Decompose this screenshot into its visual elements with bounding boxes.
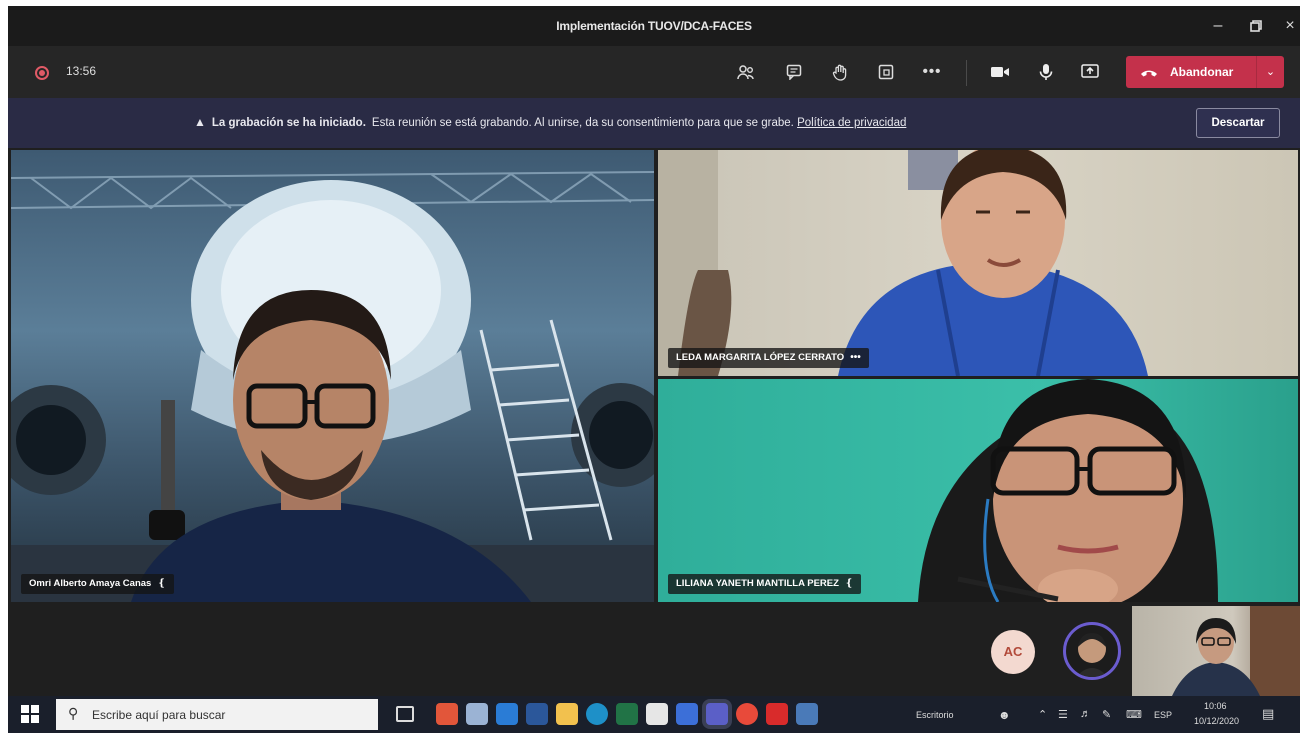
chrome-icon[interactable]	[736, 703, 758, 725]
rooms-button[interactable]	[872, 58, 900, 86]
recording-icon	[35, 66, 49, 80]
breakout-rooms-icon	[878, 64, 894, 80]
clock-time[interactable]: 10:06	[1204, 701, 1227, 711]
video-tile-omri[interactable]: Omri Alberto Amaya Canas ❴	[11, 150, 654, 602]
share-screen-button[interactable]	[1076, 58, 1104, 86]
acrobat-icon[interactable]	[766, 703, 788, 725]
minimize-button[interactable]: –	[1198, 6, 1238, 46]
mic-muted-icon: ❴	[844, 578, 854, 589]
participant-name-tag: LEDA MARGARITA LÓPEZ CERRATO •••	[668, 348, 869, 368]
network-icon[interactable]: ☰	[1058, 708, 1068, 721]
chat-icon	[786, 64, 802, 81]
office-app-icon[interactable]	[436, 703, 458, 725]
banner-message: ▲ La grabación se ha iniciado. Esta reunió…	[194, 115, 906, 129]
app-icon[interactable]	[466, 703, 488, 725]
self-view-video[interactable]	[1132, 606, 1300, 696]
avatar-photo[interactable]	[1063, 622, 1121, 680]
close-button[interactable]: ×	[1270, 6, 1300, 46]
store-icon[interactable]	[646, 703, 668, 725]
camera-icon	[991, 67, 1009, 78]
maximize-icon	[1250, 19, 1262, 32]
participant-name: LEDA MARGARITA LÓPEZ CERRATO	[676, 352, 845, 363]
teams-icon[interactable]	[706, 703, 728, 725]
dismiss-button[interactable]: Descartar	[1196, 108, 1280, 138]
meeting-toolbar: 13:56 ••• Abandonar ⌄	[8, 46, 1300, 98]
windows-taskbar: ⚲ Escribe aquí para buscar Escritorio ☻ …	[8, 696, 1300, 733]
keyboard-icon[interactable]: ⌨	[1126, 708, 1142, 721]
participant-name-tag: Omri Alberto Amaya Canas ❴	[21, 574, 174, 594]
participant-video	[11, 171, 654, 602]
chevron-up-icon[interactable]: ⌃	[1038, 708, 1047, 721]
leave-label: Abandonar	[1170, 65, 1234, 79]
mic-muted-icon: ❴	[157, 578, 166, 589]
microphone-button[interactable]	[1032, 58, 1060, 86]
video-tile-liliana[interactable]: LILIANA YANETH MANTILLA PEREZ ❴	[658, 379, 1298, 602]
search-icon: ⚲	[68, 705, 79, 721]
windows-start-icon[interactable]	[20, 704, 40, 724]
raise-hand-button[interactable]	[826, 58, 854, 86]
participant-name-tag: LILIANA YANETH MANTILLA PEREZ ❴	[668, 574, 862, 594]
word-icon[interactable]	[526, 703, 548, 725]
microphone-icon	[1039, 64, 1053, 81]
teams-meeting-window: Implementación TUOV/DCA-FACES – × 13:56 …	[8, 6, 1300, 733]
participant-name: LILIANA YANETH MANTILLA PEREZ	[676, 578, 839, 589]
excel-icon[interactable]	[616, 703, 638, 725]
share-screen-icon	[1081, 64, 1099, 78]
toolbar-divider	[966, 60, 967, 86]
participant-strip: AC	[8, 604, 1300, 696]
avatar[interactable]: AC	[991, 630, 1035, 674]
recording-banner: ▲ La grabación se ha iniciado. Esta reunió…	[8, 98, 1300, 148]
volume-icon[interactable]: ♬	[1080, 708, 1091, 720]
title-bar: Implementación TUOV/DCA-FACES – ×	[8, 6, 1300, 46]
people-tray-icon[interactable]: ☻	[998, 708, 1011, 722]
notifications-icon[interactable]: ▤	[1262, 706, 1274, 722]
chat-button[interactable]	[780, 58, 808, 86]
participants-button[interactable]	[732, 58, 760, 86]
participant-video	[918, 379, 1218, 602]
meeting-timer: 13:56	[66, 64, 97, 78]
edge-icon[interactable]	[586, 703, 608, 725]
warning-icon: ▲	[194, 115, 206, 129]
video-tile-leda[interactable]: LEDA MARGARITA LÓPEZ CERRATO •••	[658, 150, 1298, 376]
desktop-toolbar-label[interactable]: Escritorio	[916, 710, 954, 720]
banner-body: Esta reunión se está grabando. Al unirse…	[371, 117, 794, 129]
window-title: Implementación TUOV/DCA-FACES	[556, 19, 752, 33]
clock-date[interactable]: 10/12/2020	[1194, 716, 1239, 726]
search-placeholder: Escribe aquí para buscar	[92, 708, 226, 722]
photos-icon[interactable]	[796, 703, 818, 725]
pen-icon[interactable]: ✎	[1102, 708, 1111, 721]
camera-button[interactable]	[986, 58, 1014, 86]
participant-name: Omri Alberto Amaya Canas	[29, 578, 152, 589]
self-view-image	[1172, 606, 1300, 696]
task-view-icon[interactable]	[396, 706, 414, 722]
people-icon	[737, 65, 754, 80]
privacy-policy-link[interactable]: Política de privacidad	[797, 117, 906, 129]
leave-button[interactable]: Abandonar ⌄	[1126, 56, 1284, 88]
file-explorer-icon[interactable]	[556, 703, 578, 725]
leave-options-chevron-icon[interactable]: ⌄	[1256, 56, 1284, 88]
taskbar-search-input[interactable]: ⚲ Escribe aquí para buscar	[56, 699, 378, 730]
more-icon: •••	[922, 63, 942, 80]
language-indicator[interactable]: ESP	[1154, 710, 1172, 720]
participant-video	[658, 150, 1148, 376]
banner-title: La grabación se ha iniciado.	[211, 117, 366, 129]
more-actions-button[interactable]: •••	[918, 58, 946, 86]
app-icon[interactable]	[676, 703, 698, 725]
avatar-image	[1076, 633, 1108, 677]
hang-up-icon	[1140, 56, 1158, 88]
hand-icon	[832, 64, 847, 81]
mail-icon[interactable]	[496, 703, 518, 725]
more-options-icon[interactable]: •••	[850, 352, 861, 363]
